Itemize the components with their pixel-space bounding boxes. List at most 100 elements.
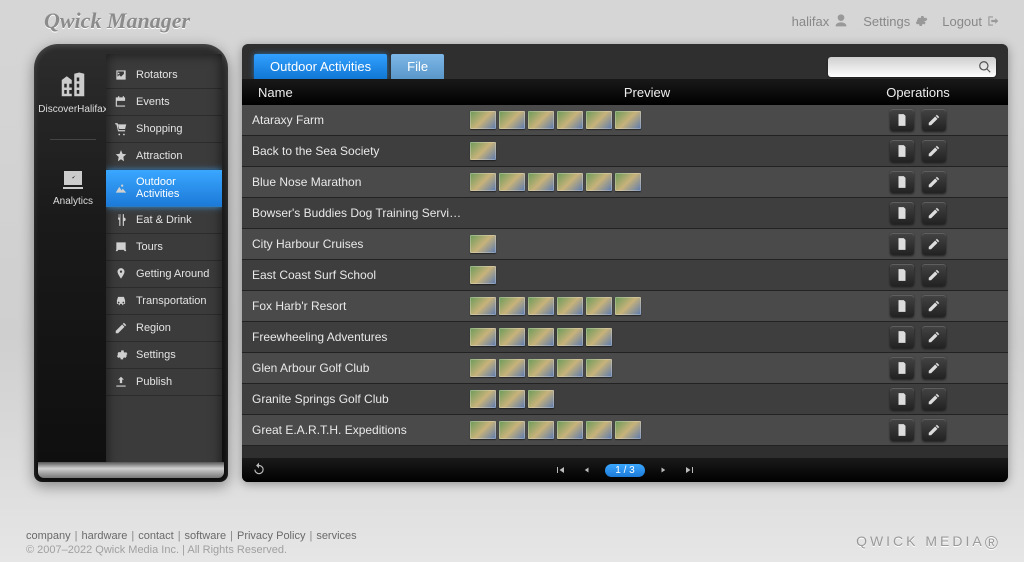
sidebar-item-label: Settings — [136, 349, 176, 361]
row-preview — [466, 297, 828, 315]
row-operations — [828, 326, 1008, 348]
row-preview — [466, 359, 828, 377]
edit-button[interactable] — [922, 171, 946, 193]
gear-icon — [914, 14, 928, 28]
edit-button[interactable] — [922, 264, 946, 286]
edit-button[interactable] — [922, 202, 946, 224]
row-operations — [828, 419, 1008, 441]
table-row[interactable]: Bowser's Buddies Dog Training Services — [242, 198, 1008, 229]
view-button[interactable] — [890, 171, 914, 193]
sidebar-item-outdoor-activities[interactable]: Outdoor Activities — [106, 170, 222, 207]
sidebar-item-attraction[interactable]: Attraction — [106, 143, 222, 170]
footer-link-software[interactable]: software — [185, 530, 227, 542]
thumbnail — [615, 173, 641, 191]
device-bezel — [38, 462, 224, 478]
view-button[interactable] — [890, 202, 914, 224]
tab-file[interactable]: File — [391, 54, 444, 79]
main-area: DiscoverHalifax Analytics RotatorsEvents… — [0, 36, 1024, 482]
footer-link-privacy-policy[interactable]: Privacy Policy — [237, 530, 305, 542]
footer-link-services[interactable]: services — [316, 530, 356, 542]
edit-button[interactable] — [922, 326, 946, 348]
view-button[interactable] — [890, 295, 914, 317]
edit-button[interactable] — [922, 233, 946, 255]
view-button[interactable] — [890, 109, 914, 131]
search-box[interactable] — [828, 57, 996, 77]
table-row[interactable]: Ataraxy Farm — [242, 105, 1008, 136]
rail-item-analytics[interactable]: Analytics — [53, 168, 93, 207]
thumbnail — [615, 297, 641, 315]
row-preview — [466, 235, 828, 253]
rail-label: Analytics — [53, 196, 93, 207]
view-button[interactable] — [890, 140, 914, 162]
sidebar-item-publish[interactable]: Publish — [106, 369, 222, 396]
table-row[interactable]: Fox Harb'r Resort — [242, 291, 1008, 322]
view-button[interactable] — [890, 326, 914, 348]
sidebar-item-shopping[interactable]: Shopping — [106, 116, 222, 143]
logout-link[interactable]: Logout — [942, 14, 1000, 29]
edit-button[interactable] — [922, 357, 946, 379]
next-page-icon[interactable] — [659, 464, 669, 476]
header-right: halifax Settings Logout — [792, 13, 1000, 29]
footer-link-contact[interactable]: contact — [138, 530, 173, 542]
content-topbar: Outdoor ActivitiesFile — [242, 44, 1008, 79]
view-button[interactable] — [890, 419, 914, 441]
col-operations[interactable]: Operations — [828, 85, 1008, 100]
row-operations — [828, 357, 1008, 379]
view-button[interactable] — [890, 233, 914, 255]
row-preview — [466, 421, 828, 439]
thumbnail — [586, 328, 612, 346]
footer-link-company[interactable]: company — [26, 530, 71, 542]
thumbnail — [557, 297, 583, 315]
table-row[interactable]: Back to the Sea Society — [242, 136, 1008, 167]
view-button[interactable] — [890, 388, 914, 410]
row-name: Granite Springs Golf Club — [242, 392, 466, 406]
footer: company | hardware | contact | software … — [0, 530, 1024, 556]
sidebar-item-settings[interactable]: Settings — [106, 342, 222, 369]
thumbnail — [586, 297, 612, 315]
edit-button[interactable] — [922, 419, 946, 441]
tab-outdoor-activities[interactable]: Outdoor Activities — [254, 54, 387, 79]
reload-button[interactable] — [252, 462, 266, 479]
thumbnail — [470, 266, 496, 284]
table-row[interactable]: Great E.A.R.T.H. Expeditions — [242, 415, 1008, 446]
sidebar-item-label: Shopping — [136, 123, 183, 135]
table-row[interactable]: Glen Arbour Golf Club — [242, 353, 1008, 384]
upload-icon — [114, 375, 128, 389]
sidebar-item-events[interactable]: Events — [106, 89, 222, 116]
sidebar-item-getting-around[interactable]: Getting Around — [106, 261, 222, 288]
prev-page-icon[interactable] — [581, 464, 591, 476]
last-page-icon[interactable] — [683, 464, 697, 476]
edit-button[interactable] — [922, 388, 946, 410]
table-row[interactable]: Blue Nose Marathon — [242, 167, 1008, 198]
settings-link[interactable]: Settings — [863, 14, 928, 29]
sidebar-item-label: Publish — [136, 376, 172, 388]
thumbnail — [586, 359, 612, 377]
sidebar-item-eat-drink[interactable]: Eat & Drink — [106, 207, 222, 234]
col-preview[interactable]: Preview — [466, 85, 828, 100]
edit-button[interactable] — [922, 140, 946, 162]
edit-button[interactable] — [922, 109, 946, 131]
first-page-icon[interactable] — [553, 464, 567, 476]
col-name[interactable]: Name — [242, 85, 466, 100]
edit-button[interactable] — [922, 295, 946, 317]
search-input[interactable] — [834, 61, 976, 73]
table-row[interactable]: City Harbour Cruises — [242, 229, 1008, 260]
view-button[interactable] — [890, 357, 914, 379]
sidebar-item-tours[interactable]: Tours — [106, 234, 222, 261]
table-row[interactable]: Granite Springs Golf Club — [242, 384, 1008, 415]
search-icon[interactable] — [976, 58, 994, 76]
thumbnail — [499, 390, 525, 408]
bus-icon — [114, 240, 128, 254]
sidebar-item-transportation[interactable]: Transportation — [106, 288, 222, 315]
rail-item-discoverhalifax[interactable]: DiscoverHalifax — [38, 70, 107, 115]
footer-link-hardware[interactable]: hardware — [82, 530, 128, 542]
thumbnail — [528, 390, 554, 408]
thumbnail — [470, 297, 496, 315]
table-row[interactable]: Freewheeling Adventures — [242, 322, 1008, 353]
sidebar-item-region[interactable]: Region — [106, 315, 222, 342]
view-button[interactable] — [890, 264, 914, 286]
user-menu[interactable]: halifax — [792, 13, 850, 29]
sidebar-item-rotators[interactable]: Rotators — [106, 62, 222, 89]
logout-icon — [986, 14, 1000, 28]
table-row[interactable]: East Coast Surf School — [242, 260, 1008, 291]
